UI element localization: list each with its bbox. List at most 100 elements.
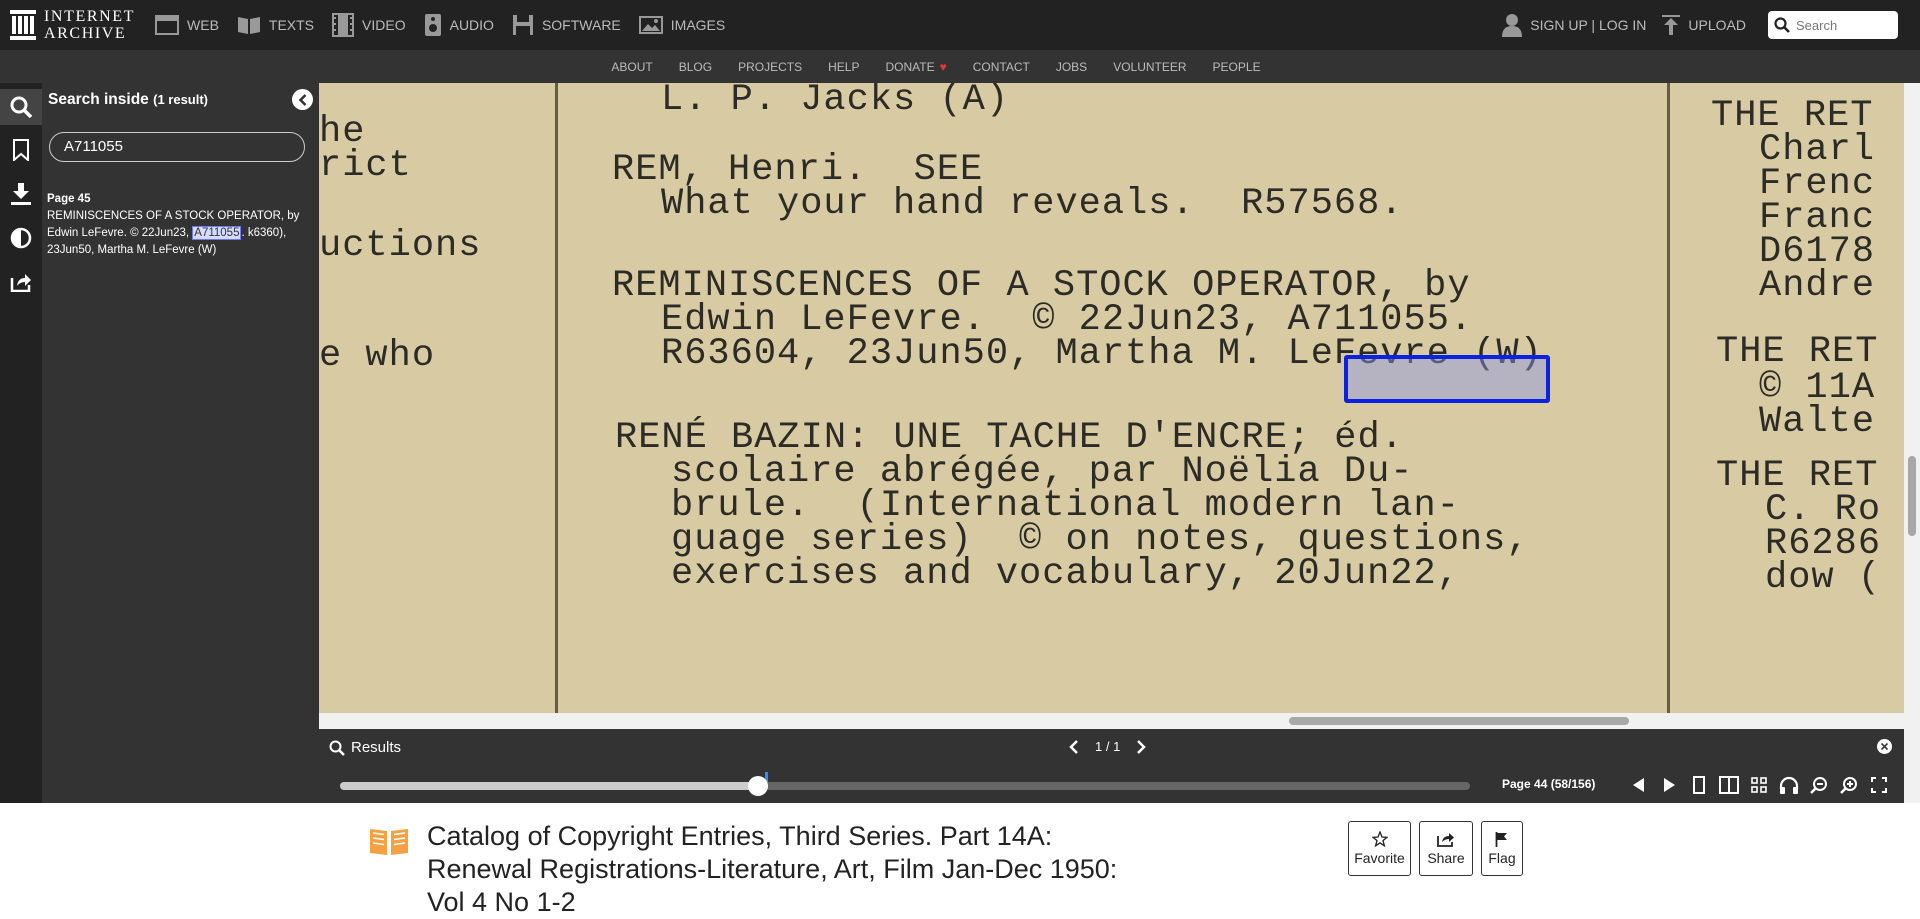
previous-page-button[interactable] [1624, 774, 1654, 796]
subnav-donate[interactable]: DONATE ♥ [885, 60, 946, 74]
texts-book-icon [370, 829, 408, 855]
scan-line: rict [319, 145, 412, 187]
page-vertical-scrollbar[interactable] [1904, 83, 1920, 919]
book-reader: Search inside (1 result) A711055 Page 45… [0, 83, 1920, 803]
favorite-label: Favorite [1354, 850, 1405, 866]
search-inside-tab[interactable] [0, 89, 42, 125]
share-icon [1437, 833, 1454, 847]
logo-line-2: ARCHIVE [44, 25, 127, 42]
fullscreen-button[interactable] [1864, 774, 1894, 796]
top-search-input[interactable] [1796, 17, 1896, 33]
collapse-panel-button[interactable] [292, 89, 313, 110]
nav-texts[interactable]: TEXTS [237, 15, 314, 35]
film-icon [332, 13, 355, 37]
nav-texts-label: TEXTS [268, 17, 315, 33]
read-aloud-button[interactable] [1774, 774, 1804, 796]
page-scroll-thumb[interactable] [1908, 456, 1916, 536]
subnav-projects[interactable]: PROJECTS [738, 60, 802, 74]
share-label: Share [1427, 850, 1465, 866]
thumbnail-view-button[interactable] [1744, 774, 1774, 796]
previous-result-icon[interactable] [1069, 739, 1079, 754]
one-page-view-button[interactable] [1684, 774, 1714, 796]
search-inside-input[interactable]: A711055 [49, 132, 305, 162]
upload-icon [1662, 15, 1681, 35]
web-icon [155, 15, 180, 35]
share-tab[interactable] [0, 264, 42, 300]
media-nav: WEB TEXTS VIDEO AUDIO SOFTWARE IMAGES [155, 0, 743, 50]
scan-line: Andre [1759, 265, 1876, 307]
nav-images[interactable]: IMAGES [638, 15, 726, 35]
favorite-button[interactable]: Favorite [1348, 821, 1411, 876]
subnav-people[interactable]: PEOPLE [1213, 60, 1261, 74]
horizontal-scrollbar[interactable] [319, 713, 1904, 729]
internet-archive-logo[interactable]: INTERNET ARCHIVE [10, 0, 135, 50]
scan-line: e who [319, 335, 436, 377]
downloads-tab[interactable] [0, 176, 42, 212]
bookmarks-tab[interactable] [0, 132, 42, 168]
nav-web[interactable]: WEB [155, 15, 219, 35]
page-slider-handle[interactable] [748, 776, 768, 796]
nav-images-label: IMAGES [670, 17, 726, 33]
archive-building-icon [10, 10, 36, 40]
search-inside-title: Search inside (1 result) [48, 91, 208, 109]
next-page-button[interactable] [1654, 774, 1684, 796]
bookmark-icon [13, 139, 29, 161]
floppy-icon [512, 15, 533, 35]
results-label: Results [329, 739, 401, 756]
search-hit-highlight[interactable] [1344, 355, 1550, 403]
search-icon [1774, 17, 1790, 33]
search-result-match: A711055 [192, 226, 242, 240]
single-page-icon [1693, 776, 1705, 794]
search-inside-heading: Search inside [48, 91, 149, 108]
item-title: Catalog of Copyright Entries, Third Seri… [427, 821, 1118, 917]
zoom-in-icon [1840, 777, 1857, 794]
subnav-help[interactable]: HELP [828, 60, 859, 74]
page-slider-fill [340, 782, 758, 790]
nav-software[interactable]: SOFTWARE [512, 14, 621, 36]
signup-login-link[interactable]: SIGN UP | LOG IN [1502, 13, 1646, 37]
upload-link[interactable]: UPLOAD [1662, 15, 1746, 35]
share-button[interactable]: Share [1419, 821, 1473, 876]
scan-line: L. P. Jacks (A) [661, 83, 1010, 121]
subnav-contact[interactable]: CONTACT [973, 60, 1030, 74]
search-icon [329, 740, 345, 756]
scanned-page-image: he rict uctions e who L. P. Jacks (A) RE… [319, 83, 1904, 713]
flag-label: Flag [1488, 850, 1516, 866]
page-slider[interactable] [340, 772, 1470, 796]
nav-audio[interactable]: AUDIO [424, 13, 494, 37]
subnav-about[interactable]: ABOUT [611, 60, 652, 74]
close-results-button[interactable] [1877, 739, 1892, 754]
search-icon [10, 96, 32, 118]
share-icon [10, 274, 31, 292]
column-rule [555, 83, 558, 713]
subnav-donate-label: DONATE [885, 59, 935, 74]
two-page-view-button[interactable] [1714, 774, 1744, 796]
nav-web-label: WEB [187, 17, 219, 33]
flag-button[interactable]: Flag [1481, 821, 1523, 876]
subnav-volunteer[interactable]: VOLUNTEER [1113, 60, 1186, 74]
top-search-box[interactable] [1768, 11, 1898, 39]
triangle-right-icon [1664, 778, 1675, 792]
nav-video-label: VIDEO [362, 17, 406, 33]
book-icon [237, 17, 260, 34]
reader-controls [1624, 774, 1894, 796]
subnav-blog[interactable]: BLOG [679, 60, 712, 74]
reader-navbar: Page 44 (58/156) [319, 767, 1904, 803]
scan-line: What your hand reveals. R57568. [661, 183, 1404, 225]
horizontal-scroll-thumb[interactable] [1289, 717, 1629, 725]
zoom-in-button[interactable] [1834, 774, 1864, 796]
scan-line: exercises and vocabulary, 20Jun22, [671, 553, 1460, 595]
nav-audio-label: AUDIO [449, 17, 494, 33]
zoom-out-button[interactable] [1804, 774, 1834, 796]
flag-icon [1495, 832, 1507, 847]
search-result-item[interactable]: Page 45 REMINISCENCES OF A STOCK OPERATO… [47, 191, 309, 259]
next-result-icon[interactable] [1136, 739, 1147, 754]
page-viewport[interactable]: he rict uctions e who L. P. Jacks (A) RE… [319, 83, 1904, 713]
subnav-jobs[interactable]: JOBS [1056, 60, 1087, 74]
search-result-page: Page 45 [47, 193, 91, 205]
visual-adjustments-tab[interactable] [0, 220, 42, 256]
secondary-navigation: ABOUT BLOG PROJECTS HELP DONATE ♥ CONTACT… [0, 50, 1920, 83]
page-number: Page 44 (58/156) [1502, 777, 1596, 791]
signup-login-label: SIGN UP | LOG IN [1530, 17, 1647, 33]
nav-video[interactable]: VIDEO [332, 13, 406, 37]
